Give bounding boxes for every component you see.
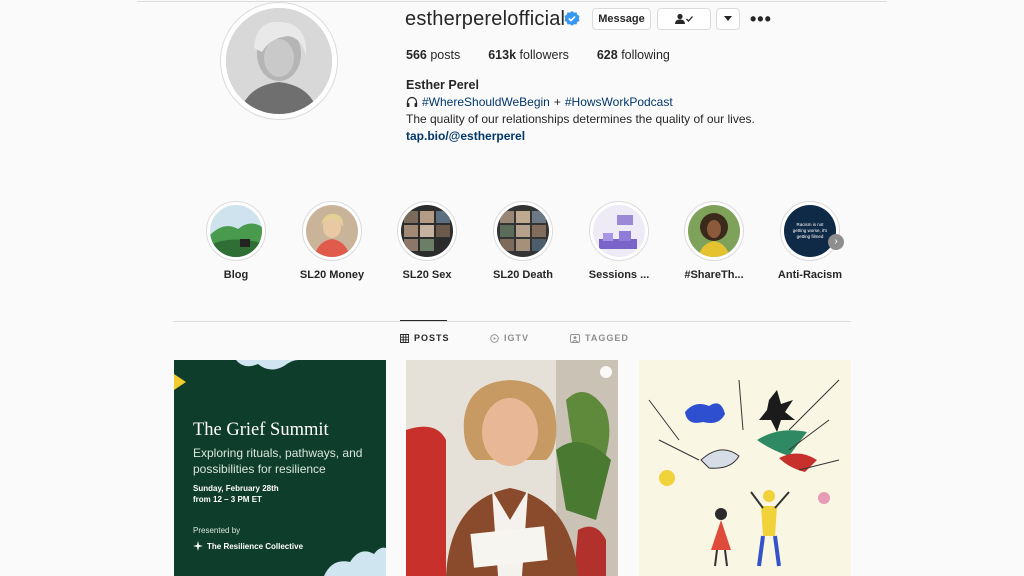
highlight-blog[interactable]: Blog <box>196 201 276 281</box>
tab-tagged[interactable]: TAGGED <box>570 333 629 343</box>
post-photo <box>406 360 618 576</box>
active-tab-indicator <box>400 320 447 321</box>
post-title: The Grief Summit <box>193 420 329 440</box>
posts-stat: 566 posts <box>406 48 461 62</box>
highlight-sharethe[interactable]: #ShareTh... <box>674 201 754 281</box>
highlight-sl20-sex[interactable]: SL20 Sex <box>387 201 467 281</box>
highlight-sessions[interactable]: Sessions ... <box>579 201 659 281</box>
caret-down-icon <box>724 16 732 21</box>
profile-avatar[interactable] <box>220 2 338 120</box>
highlight-cover-text: Racism is not getting worse, it's gettin… <box>792 222 828 239</box>
post-video-esther[interactable] <box>406 360 618 576</box>
highlight-cover <box>306 205 358 257</box>
followers-stat[interactable]: 613k followers <box>488 48 569 62</box>
highlight-cover <box>688 205 740 257</box>
person-check-icon <box>675 13 693 24</box>
highlight-cover <box>497 205 549 257</box>
avatar-photo <box>226 8 332 114</box>
following-stat[interactable]: 628 following <box>597 48 670 62</box>
highlight-cover <box>210 205 262 257</box>
igtv-icon <box>490 333 499 343</box>
hashtag-link[interactable]: #WhereShouldWeBegin <box>422 95 550 109</box>
profile-full-name: Esther Perel <box>406 78 479 92</box>
following-button[interactable] <box>657 8 711 30</box>
highlight-cover: Racism is not getting worse, it's gettin… <box>784 205 836 257</box>
highlight-sl20-death[interactable]: SL20 Death <box>483 201 563 281</box>
hashtag-link[interactable]: #HowsWorkPodcast <box>565 95 673 109</box>
star-icon <box>193 541 203 551</box>
bio-tagline: The quality of our relationships determi… <box>406 112 755 126</box>
suggested-dropdown-button[interactable] <box>716 8 740 30</box>
highlight-cover <box>593 205 645 257</box>
post-illustration[interactable] <box>639 360 851 576</box>
top-border <box>137 1 887 2</box>
highlight-cover <box>401 205 453 257</box>
post-date: Sunday, February 28th from 12 – 3 PM ET <box>193 484 279 504</box>
post-presented-by: Presented by <box>193 526 241 535</box>
hashtag-joiner: + <box>553 95 561 109</box>
highlight-sl20-money[interactable]: SL20 Money <box>292 201 372 281</box>
bio-link[interactable]: tap.bio/@estherperel <box>406 129 525 143</box>
tabs-divider <box>173 321 851 322</box>
post-grief-summit[interactable]: The Grief Summit Exploring rituals, path… <box>174 360 386 576</box>
highlights-next-icon[interactable]: › <box>828 234 844 250</box>
grid-icon <box>400 333 409 343</box>
tab-posts[interactable]: POSTS <box>400 333 450 343</box>
message-button[interactable]: Message <box>592 8 651 30</box>
post-organization: The Resilience Collective <box>193 541 303 551</box>
tagged-icon <box>570 333 580 343</box>
tab-igtv[interactable]: IGTV <box>490 333 529 343</box>
post-illustration-art <box>639 360 851 576</box>
post-subtitle: Exploring rituals, pathways, and possibi… <box>193 446 363 476</box>
verified-badge-icon <box>564 11 580 26</box>
profile-stats: 566 posts 613k followers 628 following <box>406 48 670 62</box>
more-options-icon[interactable]: ••• <box>750 9 772 30</box>
bio-hashtags-line: #WhereShouldWeBegin + #HowsWorkPodcast <box>406 95 673 109</box>
video-icon <box>600 366 612 378</box>
profile-username: estherperelofficial <box>405 8 566 30</box>
headphones-icon <box>406 96 418 107</box>
